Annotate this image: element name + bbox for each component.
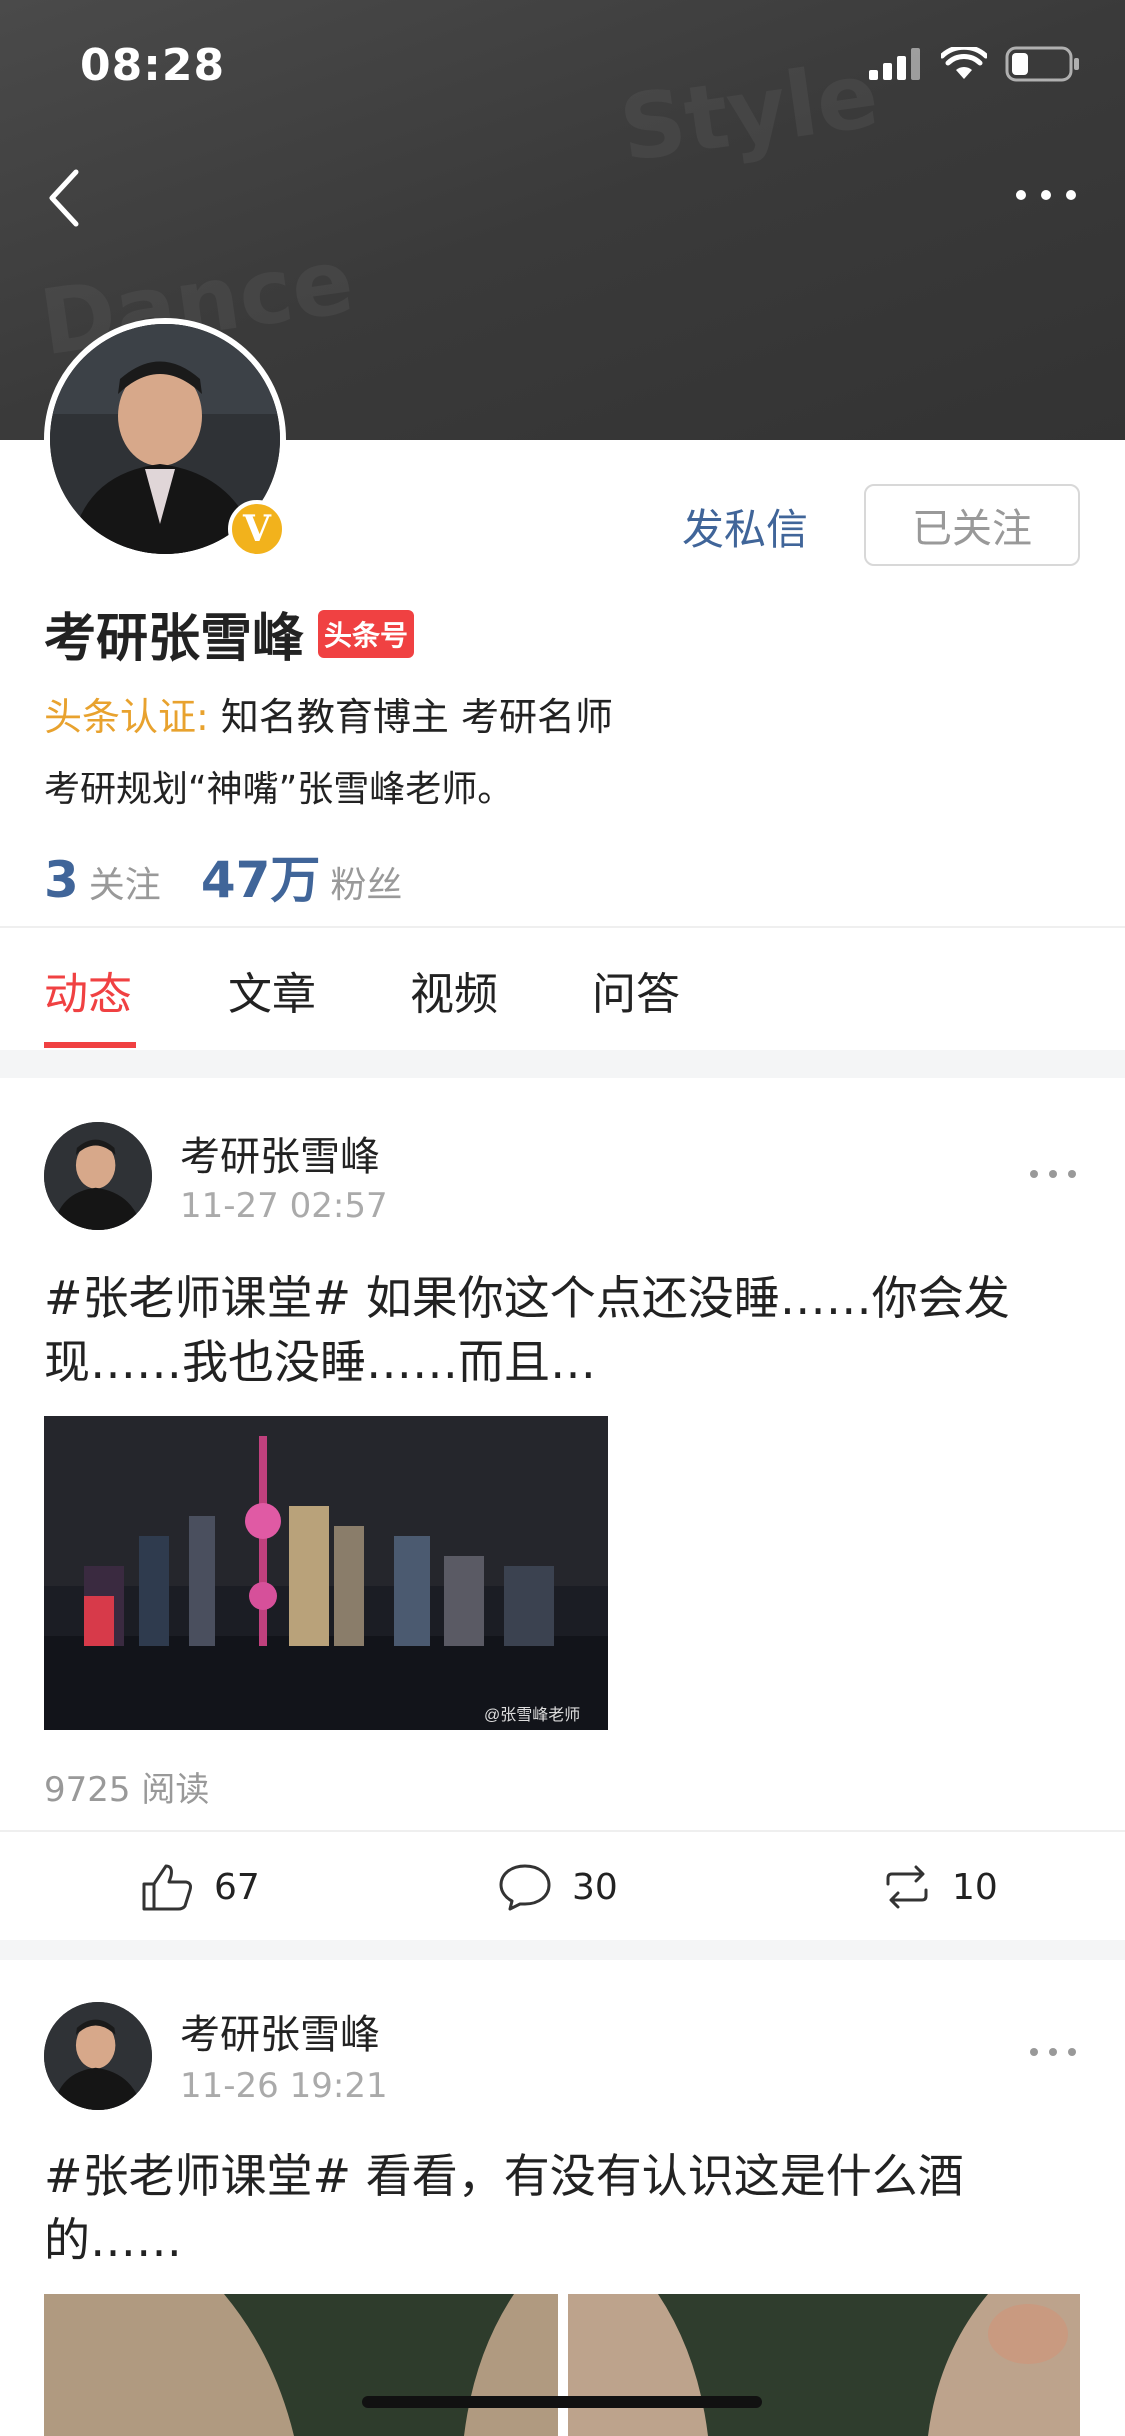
comment-button[interactable]: 30	[498, 1862, 618, 1912]
tab-videos[interactable]: 视频	[410, 958, 498, 1022]
home-indicator[interactable]	[362, 2396, 762, 2408]
cert-label: 头条认证:	[44, 695, 209, 739]
send-message-button[interactable]: 发私信	[660, 486, 830, 566]
thumbs-up-icon	[142, 1864, 192, 1911]
repost-button[interactable]: 10	[882, 1862, 998, 1912]
tab-qa[interactable]: 问答	[592, 958, 680, 1022]
post-more-icon[interactable]	[1028, 1164, 1078, 1184]
profile-name-row: 考研张雪峰 头条号	[44, 596, 415, 671]
status-time: 08:28	[80, 40, 226, 91]
followers-label[interactable]: 粉丝	[330, 856, 402, 908]
tab-dynamics[interactable]: 动态	[44, 958, 132, 1022]
post-text[interactable]: #张老师课堂# 看看，有没有认识这是什么酒的……	[44, 2144, 1024, 2272]
post-author[interactable]: 考研张雪峰	[180, 2002, 380, 2060]
profile-stats: 3 关注 47万 粉丝	[44, 840, 442, 912]
repost-icon	[886, 1865, 928, 1909]
post-image[interactable]	[568, 2294, 1080, 2436]
bottle-image	[44, 2294, 558, 2436]
bottle-image	[568, 2294, 1080, 2436]
tab-active-indicator	[44, 1042, 136, 1048]
image-watermark: @张雪峰老师	[484, 1706, 580, 1724]
follow-button[interactable]: 已关注	[864, 484, 1080, 566]
post-avatar[interactable]	[44, 1122, 152, 1230]
battery-icon	[1005, 46, 1079, 82]
post-avatar[interactable]	[44, 2002, 152, 2110]
post-reads: 9725 阅读	[44, 1770, 210, 1810]
more-icon[interactable]	[1011, 170, 1081, 220]
avatar-photo	[44, 2002, 152, 2110]
avatar-photo	[44, 1122, 152, 1230]
wifi-icon	[941, 47, 987, 79]
signal-icon	[869, 48, 920, 80]
post-time: 11-27 02:57	[180, 1186, 388, 1226]
divider	[0, 1830, 1125, 1832]
post-more-icon[interactable]	[1028, 2042, 1078, 2062]
comment-count: 30	[572, 1866, 618, 1908]
profile-name: 考研张雪峰	[44, 609, 305, 669]
post-author[interactable]: 考研张雪峰	[180, 1124, 380, 1182]
section-gap	[0, 1940, 1125, 1960]
profile-bio: 考研规划“神嘴”张雪峰老师。	[44, 769, 514, 810]
post-text[interactable]: #张老师课堂# 如果你这个点还没睡……你会发现……我也没睡……而且…	[44, 1266, 1084, 1394]
section-gap	[0, 1050, 1125, 1078]
following-count[interactable]: 3	[44, 851, 79, 909]
back-icon[interactable]	[44, 168, 84, 228]
toutiao-tag: 头条号	[318, 609, 415, 658]
tab-articles[interactable]: 文章	[228, 958, 316, 1022]
like-button[interactable]: 67	[140, 1862, 260, 1912]
followers-count[interactable]: 47万	[201, 840, 321, 912]
like-count: 67	[214, 1866, 260, 1908]
profile-tabs: 动态 文章 视频 问答	[0, 928, 1125, 1048]
verified-badge-icon: V	[228, 500, 286, 558]
post-time: 11-26 19:21	[180, 2066, 388, 2106]
certification: 头条认证: 知名教育博主 考研名师	[44, 686, 613, 741]
post-image[interactable]	[44, 2294, 558, 2436]
cert-text: 知名教育博主 考研名师	[220, 695, 613, 739]
comment-icon	[499, 1864, 551, 1911]
repost-count: 10	[952, 1866, 998, 1908]
following-label[interactable]: 关注	[89, 856, 161, 908]
post-image[interactable]: @张雪峰老师	[44, 1416, 608, 1730]
city-night-image: @张雪峰老师	[44, 1416, 608, 1730]
status-bar: 08:28	[0, 0, 1125, 132]
